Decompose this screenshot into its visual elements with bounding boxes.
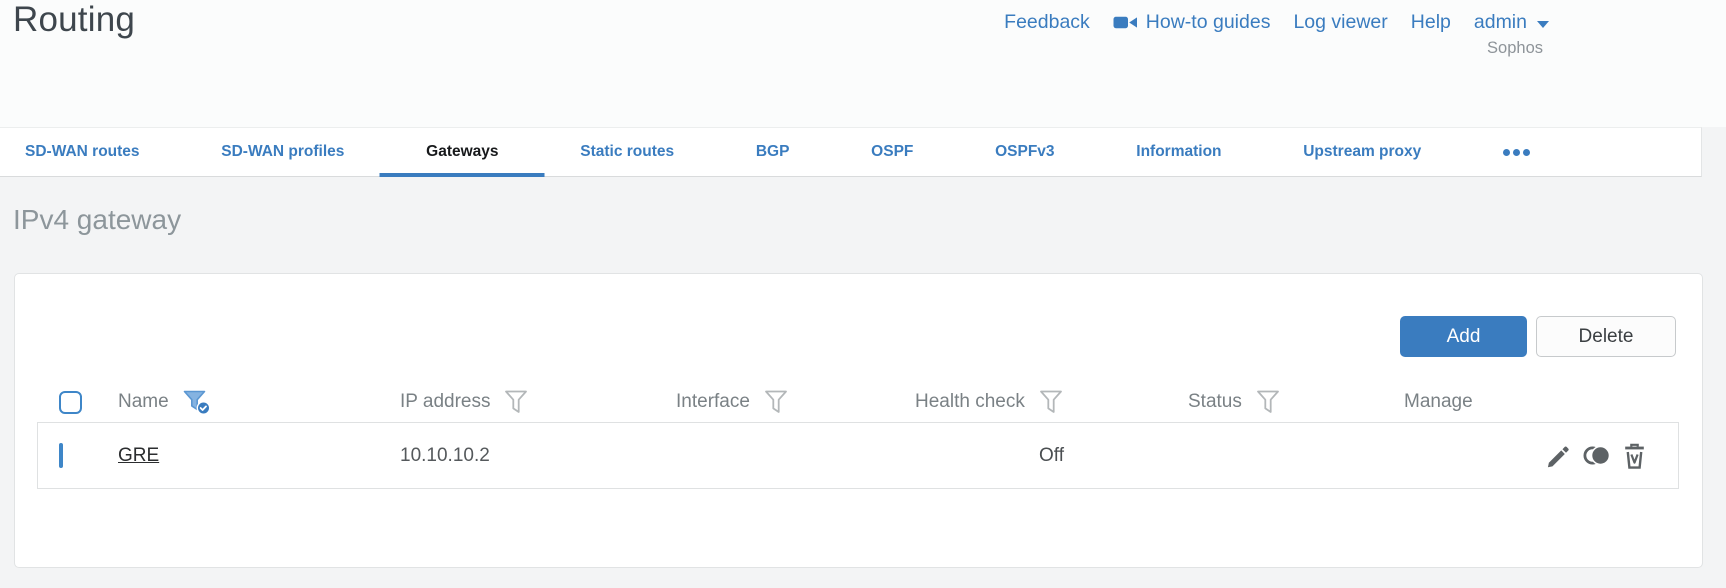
section-title: IPv4 gateway [13, 204, 182, 235]
trash-icon[interactable] [1622, 442, 1647, 470]
add-button[interactable]: Add [1400, 316, 1527, 357]
log-viewer-link[interactable]: Log viewer [1293, 11, 1387, 34]
edit-pencil-icon[interactable] [1545, 442, 1573, 470]
ellipsis-icon [1502, 148, 1510, 156]
page-title: Routing [13, 0, 136, 39]
admin-menu[interactable]: admin [1474, 11, 1549, 34]
tab-static-routes[interactable]: Static routes [580, 128, 674, 176]
caret-down-icon [1537, 20, 1549, 28]
toolbar: Add Delete [1400, 316, 1676, 357]
gateway-card: Add Delete Name IP address Interface Hea… [14, 273, 1703, 568]
column-header-health-check: Health check [915, 391, 1025, 412]
header-links: Feedback How-to guides Log viewer Help a… [1004, 11, 1549, 34]
column-header-ip-address: IP address [400, 391, 491, 412]
status-filter-icon[interactable] [1256, 389, 1280, 415]
gateway-health-check: Off [1039, 444, 1064, 466]
tab-sd-wan-profiles[interactable]: SD-WAN profiles [221, 128, 344, 176]
tab-ospfv3[interactable]: OSPFv3 [995, 128, 1054, 176]
table-row: GRE 10.10.10.2 Off [37, 422, 1679, 489]
admin-label: admin [1473, 11, 1527, 33]
more-tabs-button[interactable] [1502, 128, 1530, 176]
help-label: Help [1410, 11, 1451, 33]
tab-bar: SD-WAN routes SD-WAN profiles Gateways S… [0, 127, 1702, 177]
gateway-ip-address: 10.10.10.2 [400, 444, 490, 466]
brand-label: Sophos [1487, 39, 1543, 57]
ip-filter-icon[interactable] [504, 389, 528, 415]
table-header: Name IP address Interface Health check S… [15, 378, 1701, 426]
name-filter-icon-active[interactable] [183, 389, 212, 416]
manage-actions [1404, 442, 1678, 470]
health-check-filter-icon[interactable] [1039, 389, 1063, 415]
tab-information[interactable]: Information [1136, 128, 1221, 176]
interface-filter-icon[interactable] [764, 389, 788, 415]
delete-button[interactable]: Delete [1536, 316, 1676, 357]
column-header-interface: Interface [676, 391, 750, 412]
column-header-manage: Manage [1404, 391, 1473, 412]
tab-sd-wan-routes[interactable]: SD-WAN routes [25, 128, 140, 176]
column-header-name: Name [118, 391, 169, 412]
column-header-status: Status [1188, 391, 1242, 412]
log-viewer-label: Log viewer [1293, 11, 1388, 33]
how-to-guides-label: How-to guides [1145, 11, 1271, 33]
select-all-checkbox[interactable] [59, 390, 82, 414]
tab-ospf[interactable]: OSPF [871, 128, 913, 176]
feedback-link[interactable]: Feedback [1004, 11, 1090, 34]
gateway-name-link[interactable]: GRE [118, 445, 159, 466]
help-link[interactable]: Help [1411, 11, 1451, 34]
how-to-guides-link[interactable]: How-to guides [1113, 11, 1271, 34]
tab-gateways[interactable]: Gateways [426, 128, 498, 176]
tab-bgp[interactable]: BGP [756, 128, 790, 176]
clone-icon[interactable] [1582, 442, 1613, 469]
video-camera-icon [1113, 14, 1138, 31]
feedback-label: Feedback [1004, 11, 1090, 33]
tab-upstream-proxy[interactable]: Upstream proxy [1303, 128, 1421, 176]
top-bar: Routing Feedback How-to guides Log viewe… [0, 0, 1726, 127]
row-checkbox[interactable] [59, 442, 63, 468]
